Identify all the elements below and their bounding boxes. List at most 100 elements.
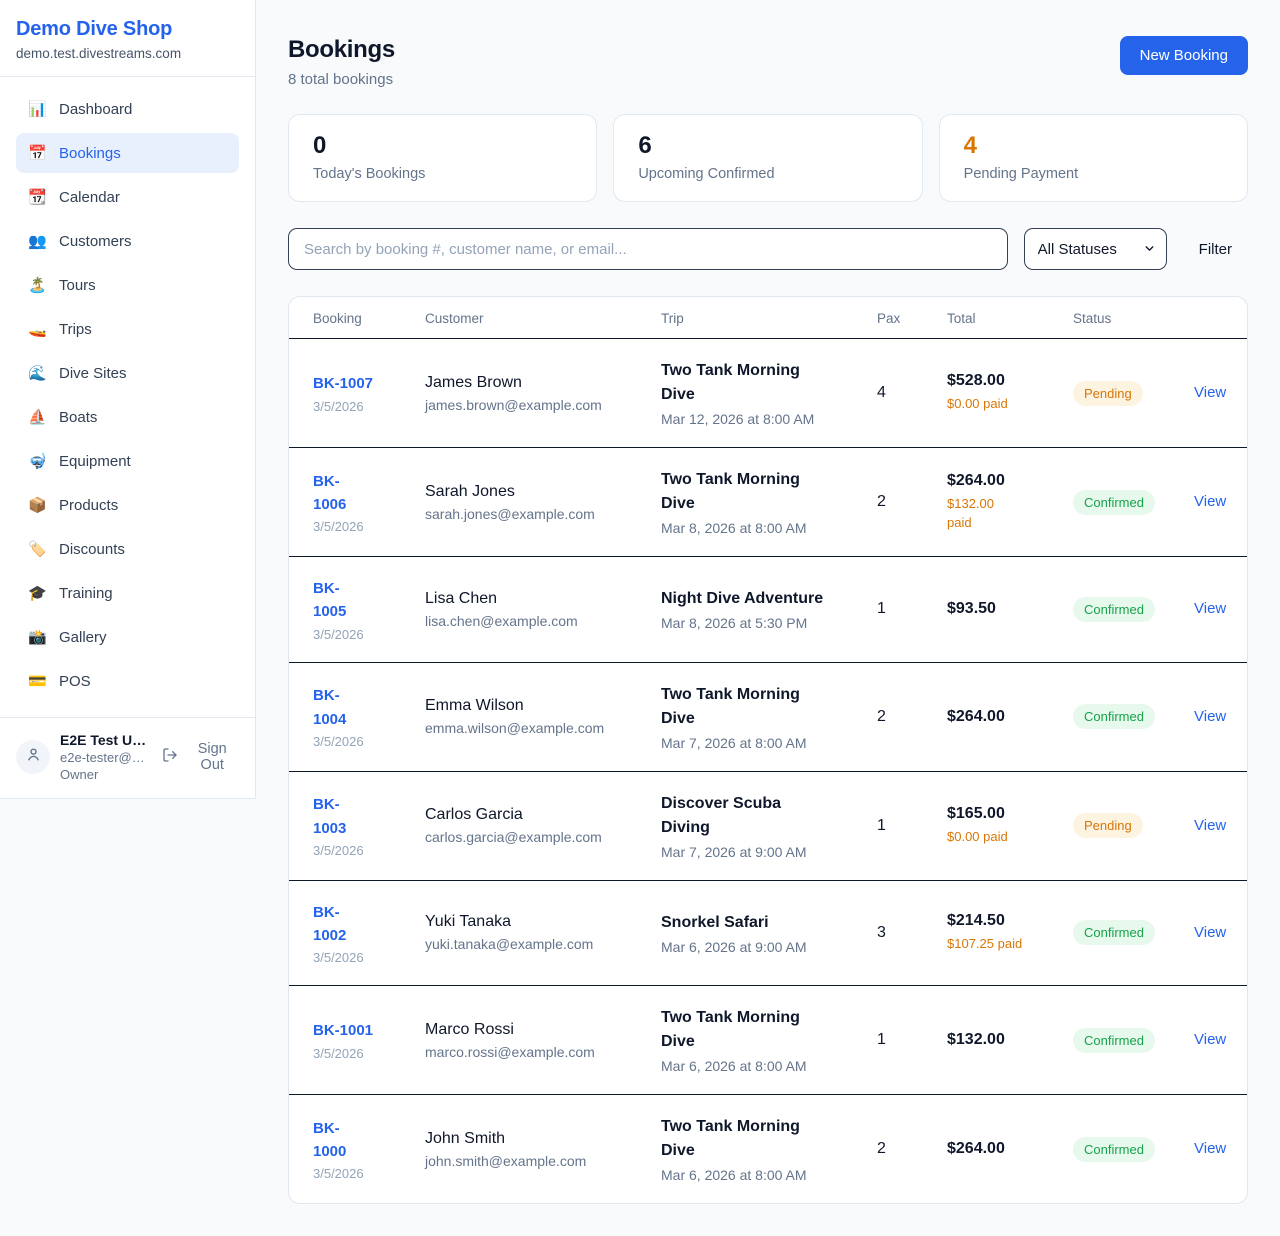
table-row: BK- 1006 3/5/2026 Sarah Jones sarah.jone…: [289, 448, 1247, 557]
stat-card-todays-bookings: 0 Today's Bookings: [288, 114, 597, 202]
user-info: E2E Test U… e2e-tester@… Owner: [60, 732, 152, 782]
customer-email: sarah.jones@example.com: [425, 506, 651, 522]
booking-cell: BK- 1004 3/5/2026: [313, 664, 425, 769]
sidebar-item-products[interactable]: 📦Products: [16, 485, 239, 525]
booking-cell: BK- 1006 3/5/2026: [313, 450, 425, 555]
sidebar-item-bookings[interactable]: 📅Bookings: [16, 133, 239, 173]
status-cell: Confirmed: [1073, 1117, 1194, 1182]
column-header-trip: Trip: [661, 297, 877, 338]
sidebar-item-label: Gallery: [59, 629, 107, 646]
view-link[interactable]: View: [1194, 384, 1226, 401]
sidebar-item-gallery[interactable]: 📸Gallery: [16, 617, 239, 657]
total-cell: $214.50 $107.25 paid: [947, 892, 1073, 974]
trip-cell: Snorkel Safari Mar 6, 2026 at 9:00 AM: [661, 891, 877, 975]
search-input[interactable]: [288, 228, 1008, 270]
column-header-total: Total: [947, 297, 1073, 338]
sign-out-button[interactable]: Sign Out: [162, 741, 239, 773]
sidebar-item-label: Trips: [59, 321, 92, 338]
boats-icon: ⛵: [28, 410, 46, 425]
trip-datetime: Mar 7, 2026 at 9:00 AM: [661, 844, 867, 860]
stat-label: Upcoming Confirmed: [638, 166, 897, 182]
booking-link[interactable]: BK- 1005: [313, 577, 346, 624]
view-link[interactable]: View: [1194, 600, 1226, 617]
page-header: Bookings 8 total bookings New Booking: [288, 36, 1248, 88]
column-header-customer: Customer: [425, 297, 661, 338]
sidebar-item-pos[interactable]: 💳POS: [16, 661, 239, 701]
column-header-pax: Pax: [877, 297, 947, 338]
table-row: BK-1007 3/5/2026 James Brown james.brown…: [289, 339, 1247, 448]
column-header-actions: [1194, 305, 1223, 331]
view-link[interactable]: View: [1194, 708, 1226, 725]
page-title: Bookings: [288, 36, 395, 64]
trip-name: Two Tank Morning Dive: [661, 1115, 867, 1163]
total-cell: $93.50: [947, 580, 1073, 638]
booking-date: 3/5/2026: [313, 399, 415, 414]
total-cell: $132.00: [947, 1011, 1073, 1069]
trip-datetime: Mar 6, 2026 at 8:00 AM: [661, 1058, 867, 1074]
booking-cell: BK-1001 3/5/2026: [313, 999, 425, 1080]
dashboard-icon: 📊: [28, 102, 46, 117]
sidebar-item-label: Training: [59, 585, 113, 602]
filter-button[interactable]: Filter: [1183, 241, 1248, 258]
customer-name: John Smith: [425, 1130, 651, 1148]
sidebar-item-label: Discounts: [59, 541, 125, 558]
page-header-text: Bookings 8 total bookings: [288, 36, 395, 88]
sidebar-item-discounts[interactable]: 🏷️Discounts: [16, 529, 239, 569]
booking-link[interactable]: BK-1001: [313, 1019, 373, 1042]
view-link[interactable]: View: [1194, 817, 1226, 834]
sidebar-item-calendar[interactable]: 📆Calendar: [16, 177, 239, 217]
status-cell: Confirmed: [1073, 470, 1194, 535]
sidebar-item-label: Boats: [59, 409, 97, 426]
sidebar-item-boats[interactable]: ⛵ Boats: [16, 397, 239, 437]
view-link[interactable]: View: [1194, 493, 1226, 510]
pax-value: 1: [877, 600, 886, 617]
calendar-icon: 📆: [28, 190, 46, 205]
sidebar-item-equipment[interactable]: 🤿Equipment: [16, 441, 239, 481]
booking-link[interactable]: BK-1007: [313, 372, 373, 395]
booking-date: 3/5/2026: [313, 627, 415, 642]
total-cell: $165.00 $0.00 paid: [947, 785, 1073, 867]
shop-domain: demo.test.divestreams.com: [16, 46, 239, 61]
customer-name: Marco Rossi: [425, 1021, 651, 1039]
table-header-row: Booking Customer Trip Pax Total Status: [289, 297, 1247, 339]
sidebar-header: Demo Dive Shop demo.test.divestreams.com: [0, 0, 255, 77]
sidebar-item-dive-sites[interactable]: 🌊Dive Sites: [16, 353, 239, 393]
booking-link[interactable]: BK- 1004: [313, 684, 346, 731]
booking-date: 3/5/2026: [313, 519, 415, 534]
view-link[interactable]: View: [1194, 924, 1226, 941]
customer-cell: Marco Rossi marco.rossi@example.com: [425, 1001, 661, 1080]
sidebar-item-dashboard[interactable]: 📊Dashboard: [16, 89, 239, 129]
sidebar-item-customers[interactable]: 👥Customers: [16, 221, 239, 261]
shop-name: Demo Dive Shop: [16, 18, 239, 41]
booking-cell: BK-1007 3/5/2026: [313, 352, 425, 433]
booking-date: 3/5/2026: [313, 734, 415, 749]
trip-name: Two Tank Morning Dive: [661, 468, 867, 516]
booking-link[interactable]: BK- 1000: [313, 1117, 346, 1164]
bookings-table: Booking Customer Trip Pax Total Status B…: [288, 296, 1248, 1204]
sidebar-item-trips[interactable]: 🚤Trips: [16, 309, 239, 349]
customer-email: lisa.chen@example.com: [425, 613, 651, 629]
sidebar-item-training[interactable]: 🎓Training: [16, 573, 239, 613]
booking-link[interactable]: BK- 1003: [313, 793, 346, 840]
sidebar-item-tours[interactable]: 🏝️Tours: [16, 265, 239, 305]
status-filter-select[interactable]: All Statuses: [1024, 228, 1167, 270]
view-link[interactable]: View: [1194, 1140, 1226, 1157]
customer-email: james.brown@example.com: [425, 397, 651, 413]
view-link[interactable]: View: [1194, 1031, 1226, 1048]
actions-cell: View: [1194, 1011, 1236, 1069]
booking-link[interactable]: BK- 1006: [313, 470, 346, 517]
stat-label: Pending Payment: [964, 166, 1223, 182]
customer-email: carlos.garcia@example.com: [425, 829, 651, 845]
customer-cell: Lisa Chen lisa.chen@example.com: [425, 570, 661, 649]
pax-value: 2: [877, 708, 886, 725]
booking-cell: BK- 1002 3/5/2026: [313, 881, 425, 986]
pax-cell: 1: [877, 1011, 947, 1069]
total-amount: $165.00: [947, 805, 1063, 823]
equipment-icon: 🤿: [28, 454, 46, 469]
trip-cell: Two Tank Morning Dive Mar 8, 2026 at 8:0…: [661, 448, 877, 556]
actions-cell: View: [1194, 364, 1236, 422]
customer-cell: John Smith john.smith@example.com: [425, 1110, 661, 1189]
booking-date: 3/5/2026: [313, 950, 415, 965]
new-booking-button[interactable]: New Booking: [1120, 36, 1248, 75]
booking-link[interactable]: BK- 1002: [313, 901, 346, 948]
